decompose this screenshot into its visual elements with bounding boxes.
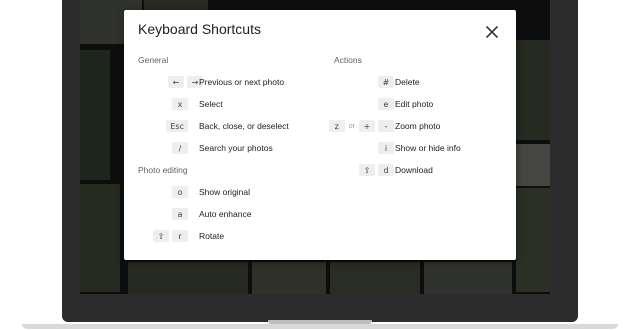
shortcut-row: e Edit photo bbox=[334, 97, 504, 111]
key-group: e bbox=[378, 97, 394, 111]
shortcut-label: Select bbox=[199, 99, 223, 109]
shortcut-row: x Select bbox=[138, 97, 318, 111]
key-cap: ⇧ bbox=[153, 230, 169, 242]
shortcut-row: z or + - Zoom photo bbox=[328, 119, 504, 133]
key-cap: ⇧ bbox=[359, 164, 375, 176]
shortcut-label: Delete bbox=[395, 77, 420, 87]
shortcut-row: ← → Previous or next photo bbox=[138, 75, 318, 89]
key-group: o bbox=[172, 185, 188, 199]
key-cap: ← bbox=[168, 76, 184, 88]
key-group: z or + - bbox=[328, 119, 394, 133]
shortcut-row: i Show or hide info bbox=[334, 141, 504, 155]
shortcut-row: ⇧ r Rotate bbox=[138, 229, 318, 243]
key-group: a bbox=[172, 207, 188, 221]
key-cap: r bbox=[172, 230, 188, 242]
key-group: # bbox=[378, 75, 394, 89]
key-cap: a bbox=[172, 208, 188, 220]
key-cap: d bbox=[378, 164, 394, 176]
key-cap: x bbox=[172, 98, 188, 110]
section-title-general: General bbox=[138, 55, 169, 65]
laptop-base bbox=[0, 320, 640, 330]
shortcut-label: Rotate bbox=[199, 231, 225, 241]
key-cap: Esc bbox=[166, 120, 188, 132]
shortcut-row: ⇧ d Download bbox=[334, 163, 504, 177]
shortcut-label: Show or hide info bbox=[395, 143, 461, 153]
shortcut-row: a Auto enhance bbox=[138, 207, 318, 221]
shortcut-label: Back, close, or deselect bbox=[199, 121, 289, 131]
key-cap: # bbox=[378, 76, 394, 88]
close-button[interactable] bbox=[480, 20, 504, 44]
key-separator: or bbox=[348, 122, 355, 130]
section-title-photo-editing: Photo editing bbox=[138, 165, 188, 175]
shortcut-label: Search your photos bbox=[199, 143, 273, 153]
key-group: i bbox=[378, 141, 394, 155]
shortcut-label: Edit photo bbox=[395, 99, 434, 109]
shortcut-label: Auto enhance bbox=[199, 209, 252, 219]
dialog-title: Keyboard Shortcuts bbox=[138, 21, 261, 37]
shortcut-row: # Delete bbox=[334, 75, 504, 89]
key-cap: i bbox=[378, 142, 394, 154]
shortcut-label: Previous or next photo bbox=[199, 77, 285, 87]
key-cap: e bbox=[378, 98, 394, 110]
key-cap: o bbox=[172, 186, 188, 198]
shortcut-row: / Search your photos bbox=[138, 141, 318, 155]
key-cap: + bbox=[359, 120, 375, 132]
keyboard-shortcuts-dialog: Keyboard Shortcuts General ← → Previous … bbox=[124, 10, 516, 260]
key-group: ← → bbox=[168, 75, 203, 89]
shortcut-label: Show original bbox=[199, 187, 251, 197]
key-group: x bbox=[172, 97, 188, 111]
close-icon bbox=[486, 26, 498, 38]
shortcut-label: Download bbox=[395, 165, 433, 175]
laptop-base-notch bbox=[268, 320, 372, 324]
key-cap: - bbox=[378, 120, 394, 132]
key-group: ⇧ d bbox=[359, 163, 394, 177]
key-cap: / bbox=[172, 142, 188, 154]
key-cap: z bbox=[328, 120, 345, 132]
key-group: ⇧ r bbox=[153, 229, 188, 243]
laptop-base-bar bbox=[22, 324, 618, 329]
shortcut-row: o Show original bbox=[138, 185, 318, 199]
key-group: Esc bbox=[166, 119, 188, 133]
shortcut-row: Esc Back, close, or deselect bbox=[138, 119, 318, 133]
shortcut-label: Zoom photo bbox=[395, 121, 441, 131]
section-title-actions: Actions bbox=[334, 55, 362, 65]
key-group: / bbox=[172, 141, 188, 155]
